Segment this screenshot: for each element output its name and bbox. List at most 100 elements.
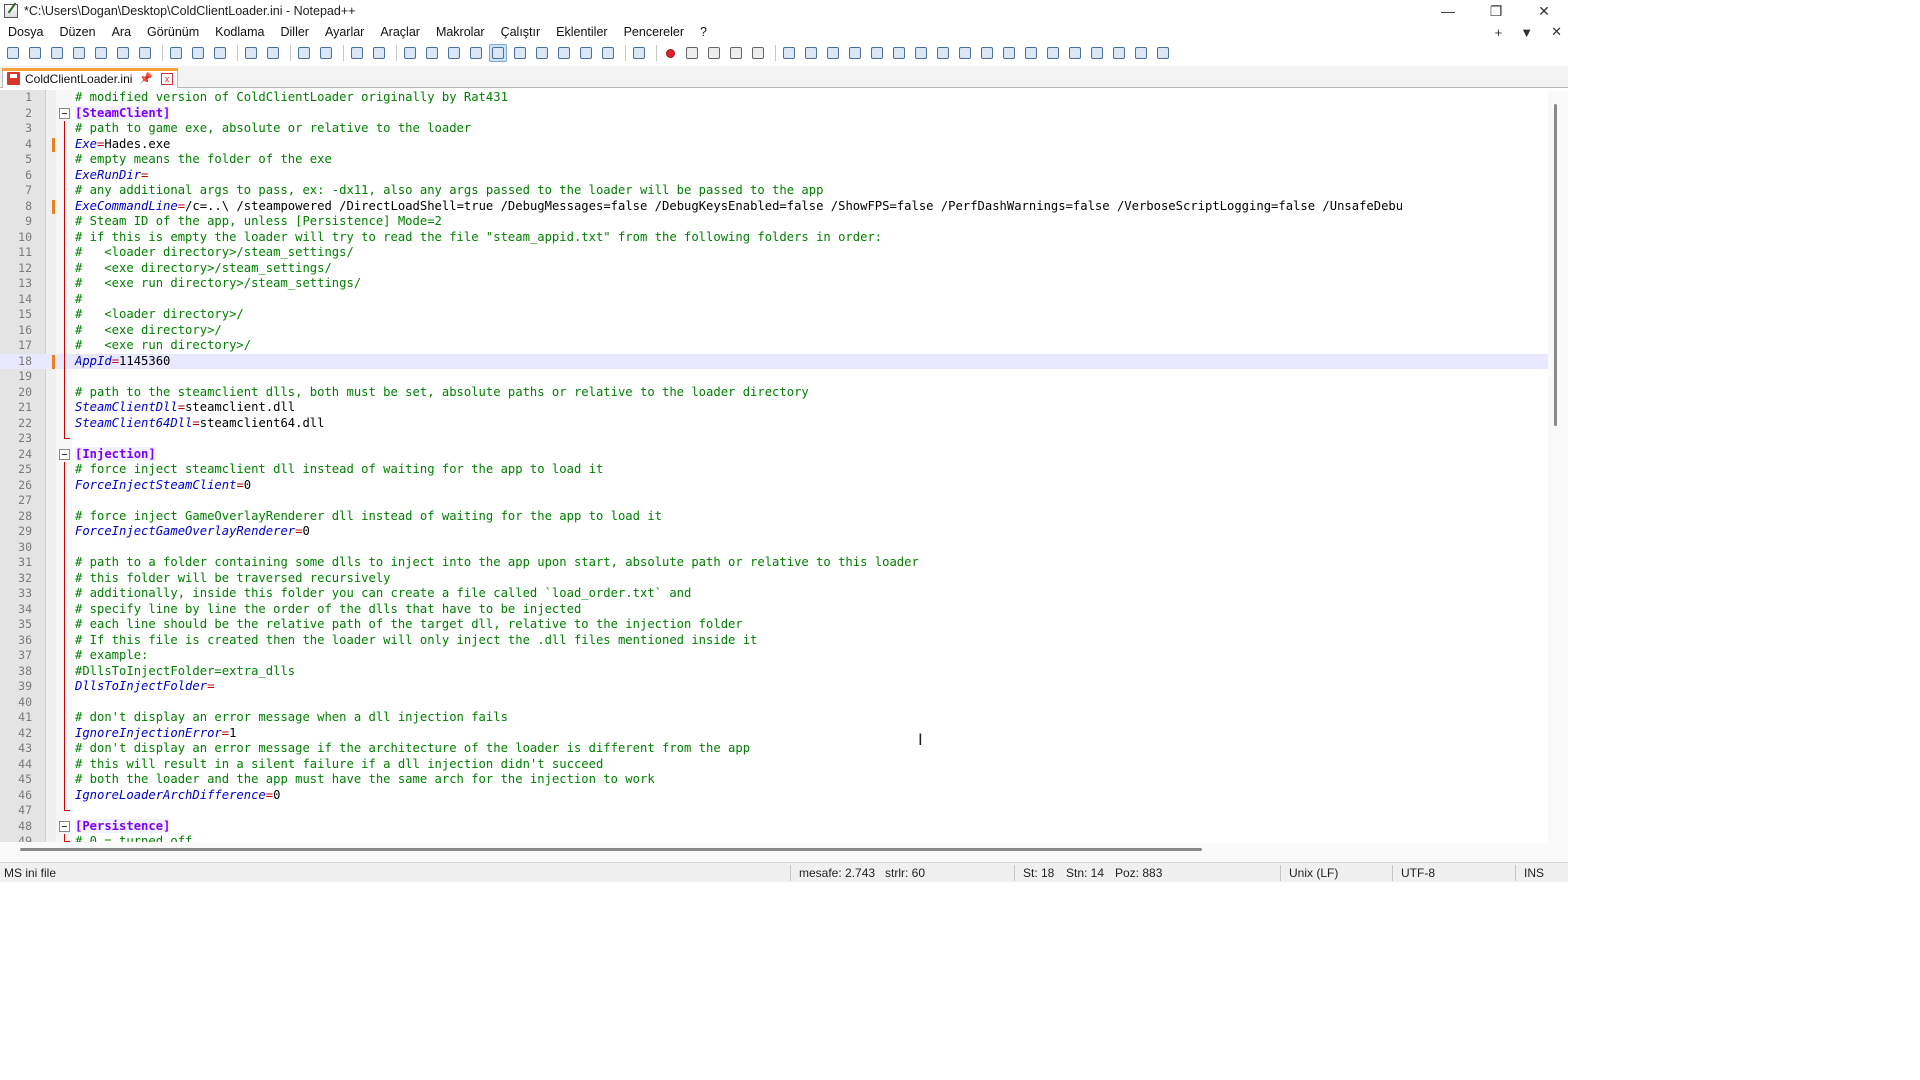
code-line[interactable]: 8 ExeCommandLine=/c=..\ /steampowered /Di… (0, 198, 1548, 214)
zoom-in-icon[interactable] (348, 44, 366, 62)
menu-kodlama[interactable]: Kodlama (207, 22, 272, 42)
word-wrap-icon[interactable] (445, 44, 463, 62)
sync-vertical-icon[interactable] (401, 44, 419, 62)
code-line[interactable]: 48 [Persistence] (0, 818, 1548, 835)
plugin-icon-10[interactable] (978, 44, 996, 62)
code-line[interactable]: 37 # example: (0, 648, 1548, 664)
show-all-chars-icon[interactable] (467, 44, 485, 62)
code-line[interactable]: 40 (0, 694, 1548, 710)
code-line[interactable]: 13 # <exe run directory>/steam_settings/ (0, 276, 1548, 292)
code-line[interactable]: 10 # if this is empty the loader will try… (0, 229, 1548, 245)
code-line[interactable]: 45 # both the loader and the app must hav… (0, 772, 1548, 788)
menu-ara[interactable]: Ara (104, 22, 139, 42)
menu-duzen[interactable]: Düzen (51, 22, 103, 42)
code-line[interactable]: 4 Exe=Hades.exe (0, 136, 1548, 152)
monitoring-icon[interactable] (630, 44, 648, 62)
plugin-icon-8[interactable] (934, 44, 952, 62)
code-line[interactable]: 21 SteamClientDll=steamclient.dll (0, 400, 1548, 416)
plugin-icon-12[interactable] (1022, 44, 1040, 62)
sync-horizontal-icon[interactable] (423, 44, 441, 62)
record-macro-icon[interactable] (661, 44, 679, 62)
fold-toggle-icon[interactable] (59, 448, 70, 460)
redo-icon[interactable] (264, 44, 282, 62)
plugin-icon-14[interactable] (1066, 44, 1084, 62)
menu-dosya[interactable]: Dosya (0, 22, 51, 42)
save-macro-icon[interactable] (749, 44, 767, 62)
menu-gorunum[interactable]: Görünüm (139, 22, 207, 42)
code-line[interactable]: 47 (0, 803, 1548, 819)
code-line[interactable]: 39 DllsToInjectFolder= (0, 679, 1548, 695)
close-all-icon[interactable] (114, 44, 132, 62)
close-document-icon[interactable]: ✕ (1551, 24, 1562, 40)
code-line[interactable]: 41 # don't display an error message when … (0, 710, 1548, 726)
close-file-icon[interactable] (92, 44, 110, 62)
plugin-icon-2[interactable] (802, 44, 820, 62)
cut-icon[interactable] (167, 44, 185, 62)
new-tab-plus-icon[interactable]: + (1495, 25, 1503, 40)
restore-button[interactable]: ❐ (1472, 0, 1520, 22)
plugin-icon-17[interactable] (1132, 44, 1150, 62)
menu-makrolar[interactable]: Makrolar (428, 22, 493, 42)
code-line[interactable]: 46 IgnoreLoaderArchDifference=0 (0, 787, 1548, 803)
replace-icon[interactable] (317, 44, 335, 62)
close-window-button[interactable]: ✕ (1520, 0, 1568, 22)
plugin-icon-11[interactable] (1000, 44, 1018, 62)
code-line[interactable]: 2 [SteamClient] (0, 105, 1548, 122)
code-line[interactable]: 30 (0, 539, 1548, 555)
code-line[interactable]: 28 # force inject GameOverlayRenderer dll… (0, 508, 1548, 524)
tab-list-dropdown-icon[interactable]: ▼ (1520, 25, 1533, 40)
code-line[interactable]: 43 # don't display an error message if th… (0, 741, 1548, 757)
plugin-icon-9[interactable] (956, 44, 974, 62)
plugin-icon-1[interactable] (780, 44, 798, 62)
plugin-icon-16[interactable] (1110, 44, 1128, 62)
horizontal-scroll-thumb[interactable] (20, 848, 1202, 851)
tab-close-icon[interactable]: x (161, 72, 174, 85)
stop-macro-icon[interactable] (683, 44, 701, 62)
run-macro-multiple-icon[interactable] (727, 44, 745, 62)
code-line[interactable]: 16 # <exe directory>/ (0, 322, 1548, 338)
vertical-scroll-thumb[interactable] (1554, 104, 1557, 426)
plugin-icon-3[interactable] (824, 44, 842, 62)
code-line[interactable]: 9 # Steam ID of the app, unless [Persiste… (0, 214, 1548, 230)
code-line[interactable]: 29 ForceInjectGameOverlayRenderer=0 (0, 524, 1548, 540)
vertical-scrollbar[interactable] (1548, 90, 1568, 842)
code-line[interactable]: 42 IgnoreInjectionError=1 (0, 725, 1548, 741)
doc-list-icon[interactable] (555, 44, 573, 62)
code-line[interactable]: 18 AppId=1145360 (0, 353, 1548, 369)
status-encoding[interactable]: UTF-8 (1401, 866, 1435, 880)
code-line[interactable]: 15 # <loader directory>/ (0, 307, 1548, 323)
code-line[interactable]: 25 # force inject steamclient dll instead… (0, 462, 1548, 478)
horizontal-scrollbar[interactable] (0, 842, 1568, 862)
status-eol[interactable]: Unix (LF) (1289, 866, 1338, 880)
menu-araclar[interactable]: Araçlar (372, 22, 428, 42)
code-line[interactable]: 17 # <exe run directory>/ (0, 338, 1548, 354)
open-file-icon[interactable] (26, 44, 44, 62)
status-insert-mode[interactable]: INS (1524, 866, 1544, 880)
code-line[interactable]: 24 [Injection] (0, 446, 1548, 463)
code-line[interactable]: 22 SteamClient64Dll=steamclient64.dll (0, 415, 1548, 431)
code-line[interactable]: 44 # this will result in a silent failure… (0, 756, 1548, 772)
plugin-icon-6[interactable] (890, 44, 908, 62)
minimize-button[interactable]: — (1424, 0, 1472, 22)
save-icon[interactable] (48, 44, 66, 62)
fold-toggle-icon[interactable] (59, 820, 70, 832)
plugin-icon-7[interactable] (912, 44, 930, 62)
code-line[interactable]: 34 # specify line by line the order of th… (0, 601, 1548, 617)
plugin-icon-13[interactable] (1044, 44, 1062, 62)
folder-workspace-icon[interactable] (599, 44, 617, 62)
play-macro-icon[interactable] (705, 44, 723, 62)
fold-toggle-icon[interactable] (59, 107, 70, 119)
undo-icon[interactable] (242, 44, 260, 62)
menu-eklentiler[interactable]: Eklentiler (548, 22, 615, 42)
save-all-icon[interactable] (70, 44, 88, 62)
new-file-icon[interactable] (4, 44, 22, 62)
code-line[interactable]: 27 (0, 493, 1548, 509)
tab-coldclientloader-ini[interactable]: ColdClientLoader.ini 📌 x (2, 68, 178, 88)
code-line[interactable]: 6 ExeRunDir= (0, 167, 1548, 183)
code-line[interactable]: 36 # If this file is created then the loa… (0, 632, 1548, 648)
code-line[interactable]: 7 # any additional args to pass, ex: -dx1… (0, 183, 1548, 199)
paste-icon[interactable] (211, 44, 229, 62)
notepadpp-app-icon[interactable] (4, 4, 18, 18)
menu-ayarlar[interactable]: Ayarlar (317, 22, 372, 42)
code-line[interactable]: 14 # (0, 291, 1548, 307)
